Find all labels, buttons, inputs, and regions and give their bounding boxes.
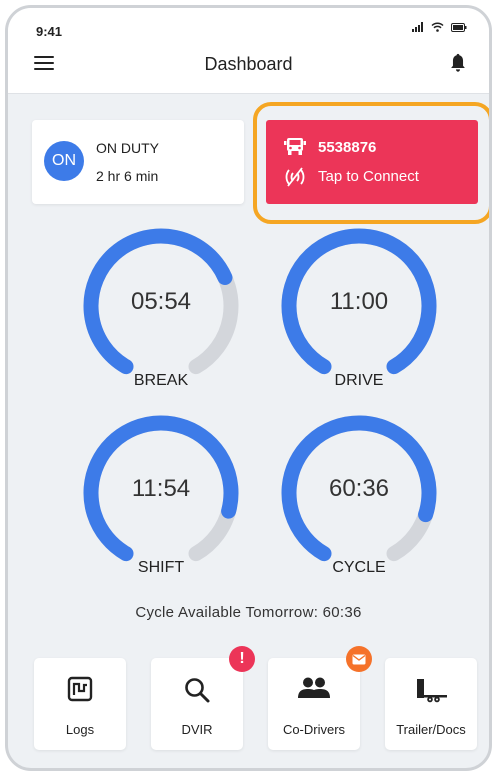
tile-trailer-docs-label: Trailer/Docs [396,722,466,737]
device-frame: 9:41 Dashboard ON ON DUTY 2 hr 6 min 553… [5,5,492,771]
tile-dvir-label: DVIR [181,722,213,737]
no-connection-icon [285,167,305,187]
gauge-shift-value: 11:54 [131,475,191,502]
trailer-icon [385,676,477,704]
tile-dvir[interactable]: DVIR [151,658,243,750]
duty-elapsed-time: 2 hr 6 min [96,168,159,184]
group-icon [268,676,360,704]
dvir-alert-badge: ! [229,646,255,672]
gauge-drive-value: 11:00 [329,288,389,315]
app-header: 9:41 Dashboard [8,8,489,94]
wifi-icon [431,22,444,32]
tile-co-drivers-label: Co-Drivers [282,722,346,737]
gauge-cycle-value: 60:36 [328,475,390,502]
mail-icon [346,646,372,672]
page-title: Dashboard [204,54,293,74]
tile-logs-label: Logs [65,722,95,737]
status-icons [412,22,467,32]
duty-status-label: ON DUTY [96,140,159,156]
logs-icon [34,676,126,704]
gauge-break-value: 05:54 [130,288,192,315]
gauge-shift[interactable]: 11:54 [81,413,241,573]
gauge-drive-label: DRIVE [334,372,384,389]
vehicle-number: 5538876 [318,139,377,156]
cycle-available-tomorrow: Cycle Available Tomorrow: 60:36 [135,604,362,621]
gauge-drive[interactable]: 11:00 [279,226,439,386]
tile-logs[interactable]: Logs [34,658,126,750]
truck-icon [284,138,306,155]
gauge-shift-label: SHIFT [137,559,185,576]
status-time: 9:41 [36,24,63,39]
search-icon [151,676,243,704]
duty-status-card[interactable]: ON ON DUTY 2 hr 6 min [32,120,244,204]
gauge-break-label: BREAK [133,372,189,389]
tile-co-drivers[interactable]: Co-Drivers [268,658,360,750]
battery-icon [451,22,467,32]
tap-to-connect-button[interactable]: 5538876 Tap to Connect [266,120,478,204]
signal-icon [412,22,423,32]
gauge-cycle-label: CYCLE [332,559,386,576]
gauge-cycle[interactable]: 60:36 [279,413,439,573]
tile-trailer-docs[interactable]: Trailer/Docs [385,658,477,750]
connect-label: Tap to Connect [318,168,419,185]
duty-status-badge: ON [44,141,84,181]
gauge-break[interactable]: 05:54 [81,226,241,386]
bell-icon[interactable] [447,52,469,74]
